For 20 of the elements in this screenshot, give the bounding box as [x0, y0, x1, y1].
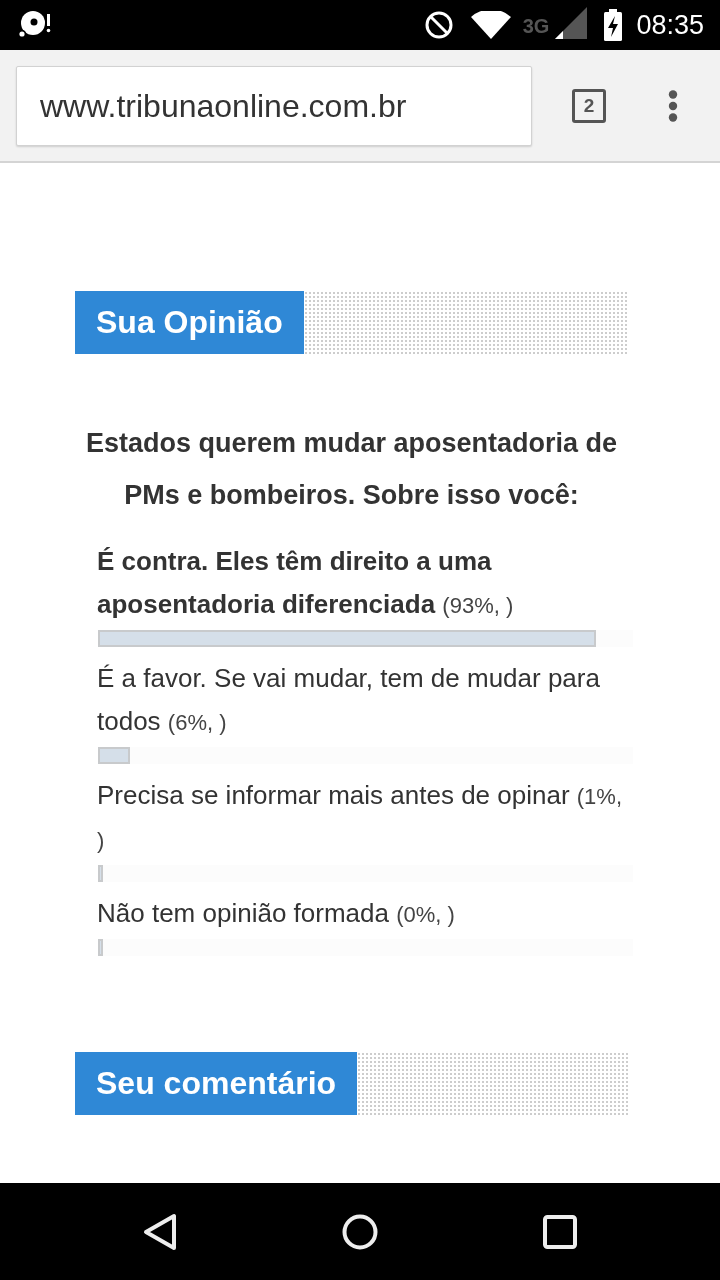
poll-option: Precisa se informar mais antes de opinar (1%, ) — [97, 774, 625, 862]
clock: 08:35 — [636, 9, 704, 41]
back-icon[interactable] — [143, 1212, 177, 1251]
disc-alert-icon — [18, 9, 52, 39]
menu-icon[interactable] — [668, 90, 678, 122]
battery-charging-icon — [604, 9, 623, 41]
network-type: 3G — [522, 15, 550, 38]
poll-question: Estados querem mudar aposentadoria de PMs e bombeiros. Sobre isso você: — [84, 427, 619, 512]
tab-switcher-button[interactable]: 2 — [572, 89, 606, 123]
wifi-icon — [470, 11, 511, 39]
signal-icon — [555, 7, 588, 39]
poll-option: É contra. Eles têm direito a uma aposentadoria diferenciada (93%, ) — [97, 540, 625, 627]
poll-option: É a favor. Se vai mudar, tem de mudar para todos (6%, ) — [97, 657, 625, 744]
recents-icon[interactable] — [543, 1214, 577, 1249]
section-title: Seu comentário — [75, 1052, 358, 1115]
address-bar[interactable]: www.tribunaonline.com.br — [16, 66, 532, 146]
no-sign-icon — [424, 11, 453, 39]
section-title: Sua Opinião — [75, 291, 304, 354]
home-icon[interactable] — [342, 1213, 378, 1250]
poll-option: Não tem opinião formada (0%, ) — [97, 892, 625, 936]
